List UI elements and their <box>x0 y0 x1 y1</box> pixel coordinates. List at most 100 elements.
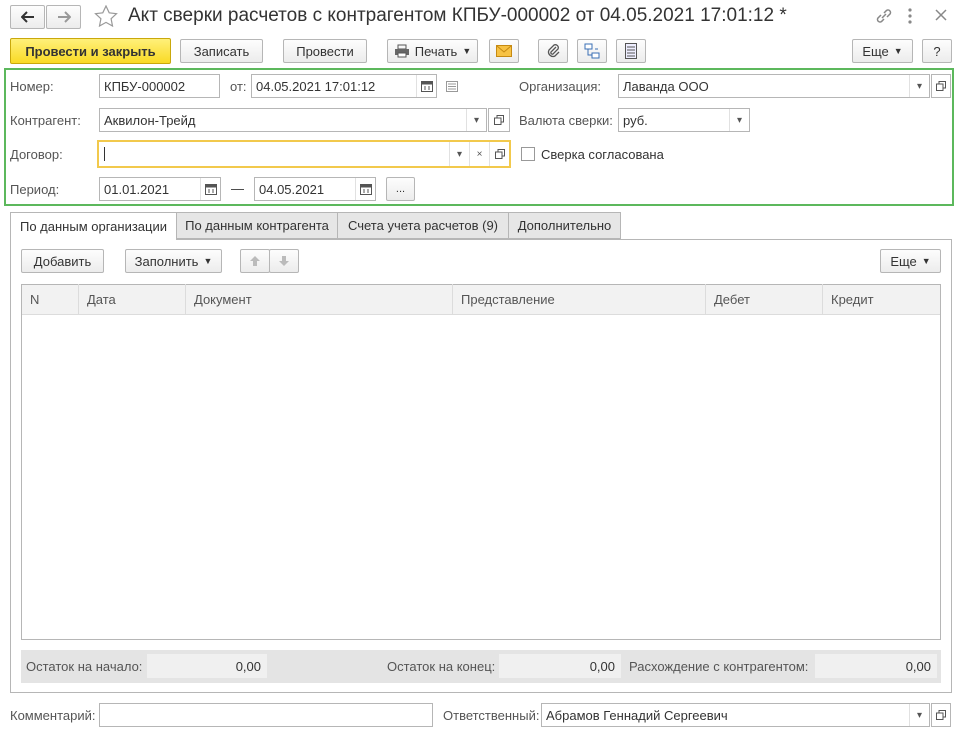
arrow-left-icon <box>20 11 34 23</box>
arrow-right-icon <box>57 11 71 23</box>
date-value: 04.05.2021 17:01:12 <box>256 78 376 94</box>
history-icon[interactable] <box>446 80 458 95</box>
contract-value <box>104 147 449 161</box>
chevron-down-icon[interactable]: ▾ <box>449 142 469 166</box>
close-icon[interactable] <box>934 8 948 25</box>
back-button[interactable] <box>10 5 45 29</box>
add-row-button[interactable]: Добавить <box>21 249 104 273</box>
table-more-button[interactable]: Еще ▼ <box>880 249 941 273</box>
calendar-icon[interactable] <box>416 75 436 97</box>
responsible-value: Абрамов Геннадий Сергеевич <box>546 707 728 723</box>
tab-organization-data[interactable]: По данным организации <box>10 212 177 240</box>
currency-value: руб. <box>623 112 648 128</box>
email-button[interactable] <box>489 39 519 63</box>
date-field[interactable]: 04.05.2021 17:01:12 <box>251 74 437 98</box>
comment-field[interactable] <box>99 703 433 727</box>
save-button[interactable]: Записать <box>180 39 263 63</box>
currency-field[interactable]: руб. ▾ <box>618 108 750 132</box>
organization-open-button[interactable] <box>931 74 951 98</box>
forward-button[interactable] <box>46 5 81 29</box>
reconciliation-table[interactable] <box>21 284 941 640</box>
tab-panel-top-fix <box>11 238 176 240</box>
contractor-value: Аквилон-Трейд <box>104 112 196 128</box>
organization-field[interactable]: Лаванда ООО ▾ <box>618 74 930 98</box>
open-window-icon <box>494 115 504 125</box>
hierarchy-icon <box>584 43 600 59</box>
chevron-down-icon[interactable]: ▾ <box>909 75 929 97</box>
link-icon[interactable] <box>874 6 894 29</box>
number-field[interactable]: КПБУ-000002 <box>99 74 220 98</box>
tab-additional[interactable]: Дополнительно <box>508 212 621 239</box>
open-window-icon <box>936 81 946 91</box>
calendar-icon[interactable] <box>200 178 220 200</box>
chevron-down-icon: ▼ <box>462 46 472 56</box>
period-dash: — <box>231 181 244 196</box>
responsible-field[interactable]: Абрамов Геннадий Сергеевич ▾ <box>541 703 930 727</box>
contract-field[interactable]: ▾ × <box>97 140 511 168</box>
contractor-field[interactable]: Аквилон-Трейд ▾ <box>99 108 487 132</box>
period-to-value: 04.05.2021 <box>259 181 325 197</box>
list-button[interactable] <box>616 39 646 63</box>
currency-label: Валюта сверки: <box>519 113 613 128</box>
start-balance-value: 0,00 <box>147 654 267 678</box>
table-more-label: Еще <box>890 253 917 269</box>
column-header-representation[interactable]: Представление <box>453 284 706 314</box>
favorite-star-icon[interactable] <box>94 4 118 30</box>
attach-button[interactable] <box>538 39 568 63</box>
column-header-document[interactable]: Документ <box>186 284 453 314</box>
tab-accounts[interactable]: Счета учета расчетов (9) <box>337 212 509 239</box>
column-header-n[interactable]: N <box>22 284 79 314</box>
fill-button-label: Заполнить <box>134 253 199 269</box>
paperclip-icon <box>547 44 560 58</box>
end-balance-label: Остаток на конец: <box>387 659 496 674</box>
print-button-label: Печать <box>414 43 458 59</box>
chevron-down-icon: ▼ <box>203 256 213 266</box>
column-header-credit[interactable]: Кредит <box>823 284 940 314</box>
open-window-icon <box>936 710 946 720</box>
open-window-icon[interactable] <box>489 142 509 166</box>
agreed-checkbox[interactable] <box>521 147 535 161</box>
chevron-down-icon[interactable]: ▾ <box>909 704 929 726</box>
end-balance-value: 0,00 <box>499 654 621 678</box>
contractor-label: Контрагент: <box>10 113 81 128</box>
list-icon <box>625 43 637 59</box>
clear-icon[interactable]: × <box>469 142 489 166</box>
discrepancy-label: Расхождение с контрагентом: <box>629 659 809 674</box>
period-select-button[interactable]: ... <box>386 177 415 201</box>
arrow-up-icon <box>250 256 260 266</box>
fill-button[interactable]: Заполнить ▼ <box>125 249 222 273</box>
print-button[interactable]: Печать ▼ <box>387 39 478 63</box>
organization-label: Организация: <box>519 79 602 94</box>
start-balance-label: Остаток на начало: <box>26 659 143 674</box>
chevron-down-icon[interactable]: ▾ <box>466 109 486 131</box>
column-header-date[interactable]: Дата <box>79 284 186 314</box>
window-title: Акт сверки расчетов с контрагентом КПБУ-… <box>128 5 787 26</box>
chevron-down-icon[interactable]: ▾ <box>729 109 749 131</box>
period-from-field[interactable]: 01.01.2021 <box>99 177 221 201</box>
menu-kebab-icon[interactable] <box>906 6 914 29</box>
help-button[interactable]: ? <box>922 39 952 63</box>
move-up-button[interactable] <box>240 249 270 273</box>
agreed-label: Сверка согласована <box>541 147 664 162</box>
chevron-down-icon: ▼ <box>921 256 931 266</box>
more-button[interactable]: Еще ▼ <box>852 39 913 63</box>
tab-contractor-data[interactable]: По данным контрагента <box>176 212 338 239</box>
contractor-open-button[interactable] <box>488 108 510 132</box>
discrepancy-value: 0,00 <box>815 654 937 678</box>
envelope-icon <box>496 45 512 57</box>
post-button[interactable]: Провести <box>283 39 367 63</box>
date-label: от: <box>230 79 247 94</box>
printer-icon <box>394 44 409 58</box>
period-from-value: 01.01.2021 <box>104 181 170 197</box>
calendar-icon[interactable] <box>355 178 375 200</box>
period-label: Период: <box>10 182 60 197</box>
post-and-close-button[interactable]: Провести и закрыть <box>10 38 171 64</box>
number-value: КПБУ-000002 <box>104 78 186 94</box>
period-to-field[interactable]: 04.05.2021 <box>254 177 376 201</box>
structure-button[interactable] <box>577 39 607 63</box>
move-down-button[interactable] <box>269 249 299 273</box>
responsible-open-button[interactable] <box>931 703 951 727</box>
arrow-down-icon <box>279 256 289 266</box>
column-header-debit[interactable]: Дебет <box>706 284 823 314</box>
comment-label: Комментарий: <box>10 708 96 723</box>
